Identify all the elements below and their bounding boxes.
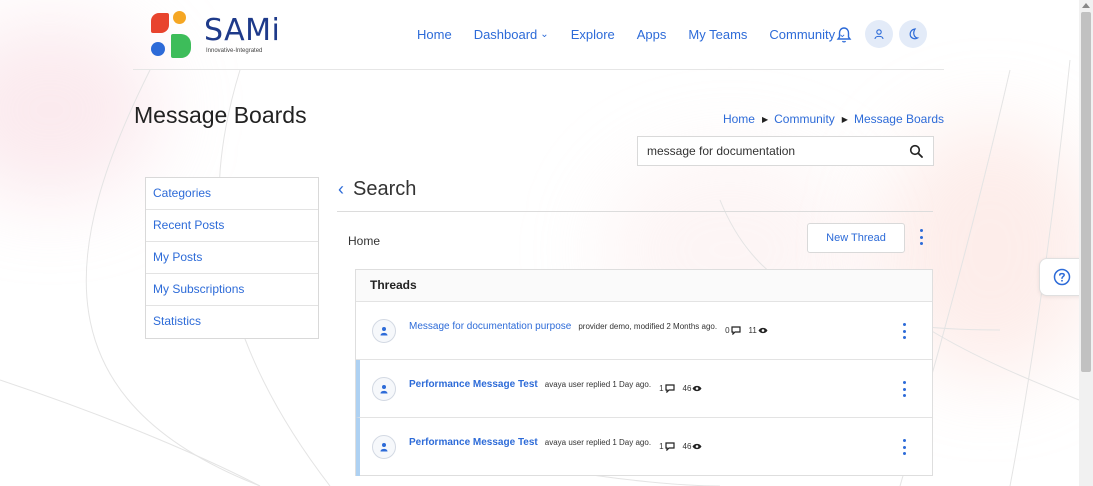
nav-apps-label: Apps	[636, 27, 667, 42]
comment-icon	[664, 384, 675, 393]
reply-count: 1	[659, 384, 675, 393]
sidebar-item-recent-posts[interactable]: Recent Posts	[146, 210, 318, 242]
nav-explore[interactable]: Explore	[571, 27, 615, 42]
sidebar-item-my-subscriptions[interactable]: My Subscriptions	[146, 274, 318, 306]
caret-right-icon: ▶	[761, 114, 769, 124]
main-nav: Home Dashboard ⌄ Explore Apps My Teams Co…	[417, 27, 869, 42]
thread-title-link[interactable]: Message for documentation purpose	[409, 321, 571, 332]
breadcrumb-message-boards[interactable]: Message Boards	[854, 112, 944, 126]
nav-apps[interactable]: Apps	[637, 27, 667, 42]
theme-toggle-button[interactable]	[899, 20, 927, 48]
sidebar-item-my-posts[interactable]: My Posts	[146, 242, 318, 274]
search-box	[637, 136, 934, 166]
user-menu-button[interactable]	[865, 20, 893, 48]
brand-name: SAMi	[204, 13, 281, 48]
page-scrollbar[interactable]	[1079, 0, 1093, 486]
search-divider	[337, 211, 933, 212]
eye-icon	[692, 443, 702, 450]
logo-mark-green	[171, 34, 191, 58]
reply-count: 1	[659, 442, 675, 451]
scroll-up-arrow-icon[interactable]	[1082, 3, 1090, 8]
moon-icon	[909, 28, 920, 40]
user-icon	[874, 29, 884, 40]
view-count: 11	[749, 326, 768, 335]
logo-mark-blue	[151, 42, 165, 56]
nav-my-teams-label: My Teams	[688, 27, 748, 42]
reply-count: 0	[725, 326, 741, 335]
sidebar-item-categories[interactable]: Categories	[146, 178, 318, 210]
header-divider	[133, 69, 944, 70]
nav-explore-label: Explore	[570, 27, 615, 42]
thread-title-link[interactable]: Performance Message Test	[409, 379, 538, 390]
logo-mark-orange	[173, 11, 186, 24]
search-input[interactable]	[638, 137, 888, 165]
threads-panel: Threads Message for documentation purpos…	[355, 269, 933, 476]
caret-right-icon: ▶	[841, 114, 848, 124]
page-title: Message Boards	[134, 102, 307, 128]
more-options-icon[interactable]	[916, 229, 926, 245]
comment-icon	[664, 442, 675, 451]
eye-icon	[758, 327, 768, 334]
bell-icon[interactable]	[836, 26, 852, 44]
thread-row: Message for documentation purpose provid…	[356, 302, 932, 360]
thread-row: Performance Message Test avaya user repl…	[356, 418, 932, 476]
comment-icon	[730, 326, 741, 335]
search-icon[interactable]	[909, 144, 923, 158]
nav-dashboard-label: Dashboard	[473, 27, 538, 42]
reply-count-value: 1	[659, 384, 664, 393]
help-button[interactable]	[1039, 258, 1083, 296]
search-results-header: ‹ Search	[338, 178, 416, 201]
sidebar: Categories Recent Posts My Posts My Subs…	[145, 177, 319, 339]
nav-my-teams[interactable]: My Teams	[688, 27, 747, 42]
brand-tagline: Innovative-Integrated	[206, 48, 263, 54]
logo-mark-red	[151, 13, 169, 33]
help-icon	[1053, 268, 1070, 286]
thread-meta: provider demo, modified 2 Months ago.	[578, 322, 718, 331]
breadcrumb: Home ▶ Community ▶ Message Boards	[723, 112, 944, 126]
search-heading: Search	[353, 178, 417, 200]
nav-community[interactable]: Community ⌄	[769, 27, 846, 42]
thread-row: Performance Message Test avaya user repl…	[356, 360, 932, 418]
thread-options-icon[interactable]	[899, 439, 909, 455]
view-count: 46	[683, 384, 703, 393]
nav-home[interactable]: Home	[417, 27, 452, 42]
location-label: Home	[348, 234, 381, 248]
breadcrumb-home[interactable]: Home	[723, 112, 755, 126]
eye-icon	[692, 385, 702, 392]
reply-count-value: 0	[725, 326, 730, 335]
thread-options-icon[interactable]	[899, 323, 909, 339]
reply-count-value: 1	[659, 442, 664, 451]
brand-logo[interactable]: SAMi Innovative-Integrated	[151, 11, 281, 59]
user-avatar-icon	[372, 435, 396, 459]
thread-title-link[interactable]: Performance Message Test	[409, 437, 538, 448]
nav-community-label: Community	[769, 27, 836, 42]
breadcrumb-community[interactable]: Community	[774, 112, 835, 126]
chevron-down-icon: ⌄	[540, 29, 549, 40]
new-thread-button[interactable]: New Thread	[807, 223, 905, 253]
view-count-value: 11	[748, 326, 757, 335]
view-count: 46	[683, 442, 703, 451]
scrollbar-thumb[interactable]	[1081, 12, 1091, 372]
back-chevron-icon[interactable]: ‹	[338, 179, 344, 200]
nav-dashboard[interactable]: Dashboard ⌄	[474, 27, 549, 42]
nav-home-label: Home	[417, 27, 452, 42]
user-avatar-icon	[372, 319, 396, 343]
view-count-value: 46	[682, 442, 692, 451]
view-count-value: 46	[682, 384, 692, 393]
thread-options-icon[interactable]	[899, 381, 909, 397]
sidebar-item-statistics[interactable]: Statistics	[146, 306, 318, 338]
thread-meta: avaya user replied 1 Day ago.	[544, 380, 652, 389]
user-avatar-icon	[372, 377, 396, 401]
thread-meta: avaya user replied 1 Day ago.	[544, 438, 652, 447]
threads-header: Threads	[356, 270, 932, 302]
